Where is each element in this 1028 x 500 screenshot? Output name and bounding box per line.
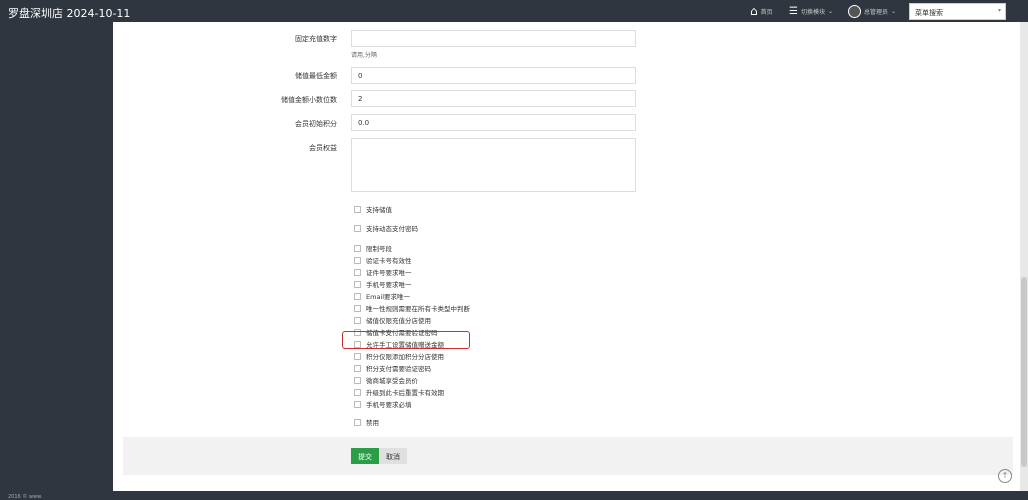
fixed-recharge-label: 固定充值数字: [295, 35, 337, 43]
checkbox[interactable]: [354, 364, 361, 372]
sidebar: [0, 22, 113, 492]
checkbox-label: 唯一性规则需要在所有卡类型中判断: [366, 305, 470, 313]
checkbox-label: 积分仅限添加积分分店使用: [366, 353, 444, 361]
checkbox-label: Email要求唯一: [366, 293, 411, 301]
benefits-textarea[interactable]: [351, 138, 636, 192]
init-points-label: 会员初始积分: [295, 120, 337, 128]
checkbox-label: 限制号段: [366, 245, 392, 253]
checkbox[interactable]: [354, 268, 361, 276]
checkbox-option[interactable]: 证件号要求唯一: [354, 267, 412, 277]
checkbox-option[interactable]: 支持动态支付密码: [354, 223, 418, 233]
checkbox[interactable]: [354, 224, 361, 232]
checkbox-option[interactable]: 验证卡号有效性: [354, 255, 412, 265]
checkbox[interactable]: [354, 244, 361, 252]
checkbox-option[interactable]: 手机号要求必填: [354, 399, 412, 409]
checkbox-label: 验证卡号有效性: [366, 257, 412, 265]
fixed-recharge-input[interactable]: [351, 30, 636, 47]
checkbox[interactable]: [354, 376, 361, 384]
init-points-input[interactable]: 0.0: [351, 114, 636, 131]
checkbox-option[interactable]: 积分仅限添加积分分店使用: [354, 351, 444, 361]
checkbox-option[interactable]: 唯一性规则需要在所有卡类型中判断: [354, 303, 470, 313]
checkbox-option[interactable]: 积分支付需要验证密码: [354, 363, 431, 373]
checkbox-label: 储值仅限充值分店使用: [366, 317, 431, 325]
checkbox[interactable]: [354, 304, 361, 312]
checkbox[interactable]: [354, 352, 361, 360]
checkbox-option[interactable]: Email要求唯一: [354, 291, 410, 301]
module-switch[interactable]: ☰ 切换模块 ⌄: [789, 0, 833, 22]
fixed-recharge-help: 请用,分隔: [351, 52, 377, 59]
scrollbar-thumb[interactable]: [1021, 277, 1027, 467]
checkbox-option[interactable]: 限制号段: [354, 243, 392, 253]
checkbox-label: 支持动态支付密码: [366, 225, 418, 233]
store-title: 罗盘深圳店 2024-10-11: [8, 7, 131, 20]
checkbox[interactable]: [354, 400, 361, 408]
checkbox[interactable]: [354, 418, 361, 426]
menu-search-select[interactable]: 菜单搜索 ▾: [909, 3, 1006, 20]
min-amount-input[interactable]: 0: [351, 67, 636, 84]
checkbox-label: 升级到此卡后重置卡有效期: [366, 389, 444, 397]
checkbox-label: 手机号要求唯一: [366, 281, 412, 289]
decimals-label: 储值金额小数位数: [281, 96, 337, 104]
list-icon: ☰: [789, 5, 798, 17]
checkbox[interactable]: [354, 280, 361, 288]
checkbox-option[interactable]: 禁用: [354, 417, 379, 427]
scroll-to-top-icon[interactable]: ↑: [998, 469, 1012, 483]
checkbox[interactable]: [354, 316, 361, 324]
form-actions: 提交 取消: [123, 437, 1013, 475]
user-menu[interactable]: 总管理员 ⌄: [848, 0, 896, 22]
checkbox-label: 支持储值: [366, 206, 392, 214]
chevron-down-icon: ⌄: [827, 7, 834, 15]
checkbox[interactable]: [354, 256, 361, 264]
checkbox-option[interactable]: 支持储值: [354, 204, 392, 214]
min-amount-label: 储值最低金额: [295, 72, 337, 80]
checkbox[interactable]: [354, 205, 361, 213]
checkbox-label: 证件号要求唯一: [366, 269, 412, 277]
scrollbar[interactable]: [1020, 22, 1028, 491]
checkbox-option[interactable]: 储值仅限充值分店使用: [354, 315, 431, 325]
submit-button[interactable]: 提交: [351, 448, 379, 464]
home-link[interactable]: ⌂ 首页: [750, 0, 773, 22]
home-icon: ⌂: [750, 4, 758, 18]
checkbox-option[interactable]: 微商城享受会员价: [354, 375, 418, 385]
avatar-icon: [848, 4, 861, 18]
checkbox-label: 微商城享受会员价: [366, 377, 418, 385]
cancel-button[interactable]: 取消: [379, 448, 407, 464]
benefits-label: 会员权益: [309, 144, 337, 152]
top-bar: 罗盘深圳店 2024-10-11 ⌂ 首页 ☰ 切换模块 ⌄ 总管理员 ⌄ 菜单搜索 ▾: [0, 0, 1028, 22]
checkbox-option[interactable]: 手机号要求唯一: [354, 279, 412, 289]
checkbox-label: 手机号要求必填: [366, 401, 412, 409]
caret-down-icon: ▾: [997, 7, 1001, 14]
checkbox[interactable]: [354, 388, 361, 396]
checkbox-label: 禁用: [366, 419, 379, 427]
highlight-box: [342, 331, 470, 349]
checkbox[interactable]: [354, 292, 361, 300]
main-form: 固定充值数字 请用,分隔 储值最低金额 0 储值金额小数位数 2 会员初始积分 …: [113, 22, 1020, 491]
decimals-input[interactable]: 2: [351, 90, 636, 107]
checkbox-option[interactable]: 升级到此卡后重置卡有效期: [354, 387, 444, 397]
footer-copyright: 2016 © www.: [8, 494, 43, 500]
checkbox-label: 积分支付需要验证密码: [366, 365, 431, 373]
chevron-down-icon: ⌄: [891, 7, 897, 15]
